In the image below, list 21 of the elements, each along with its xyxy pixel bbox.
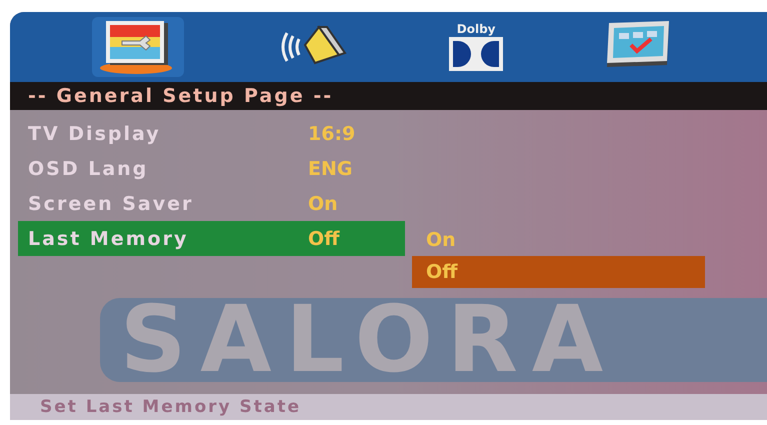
status-text: Set Last Memory State	[40, 397, 302, 417]
setting-value: On	[308, 192, 338, 214]
setting-value: Off	[308, 228, 340, 250]
page-title: -- General Setup Page --	[28, 85, 334, 107]
setting-label: TV Display	[28, 122, 162, 144]
menu-item[interactable]: Last Memory Off	[18, 221, 405, 256]
setting-label: OSD Lang	[28, 158, 150, 180]
menu-item[interactable]: Screen Saver On	[18, 186, 405, 221]
option-item[interactable]: Off	[412, 256, 705, 288]
menu-tab[interactable]: Dolby	[442, 20, 510, 74]
background-logo: SALORA	[100, 298, 767, 382]
setting-value: ENG	[308, 158, 352, 180]
setting-label: Last Memory	[28, 228, 190, 250]
double-d-icon	[448, 36, 504, 72]
menu-item[interactable]: OSD Lang ENG	[18, 151, 405, 186]
tab-label: Dolby	[456, 22, 496, 36]
menu-item[interactable]: TV Display 16:9	[18, 116, 405, 151]
setting-label: Screen Saver	[28, 192, 194, 214]
option-item[interactable]: On	[412, 224, 705, 256]
menu-tab[interactable]	[92, 17, 184, 77]
setting-value: 16:9	[308, 122, 356, 144]
